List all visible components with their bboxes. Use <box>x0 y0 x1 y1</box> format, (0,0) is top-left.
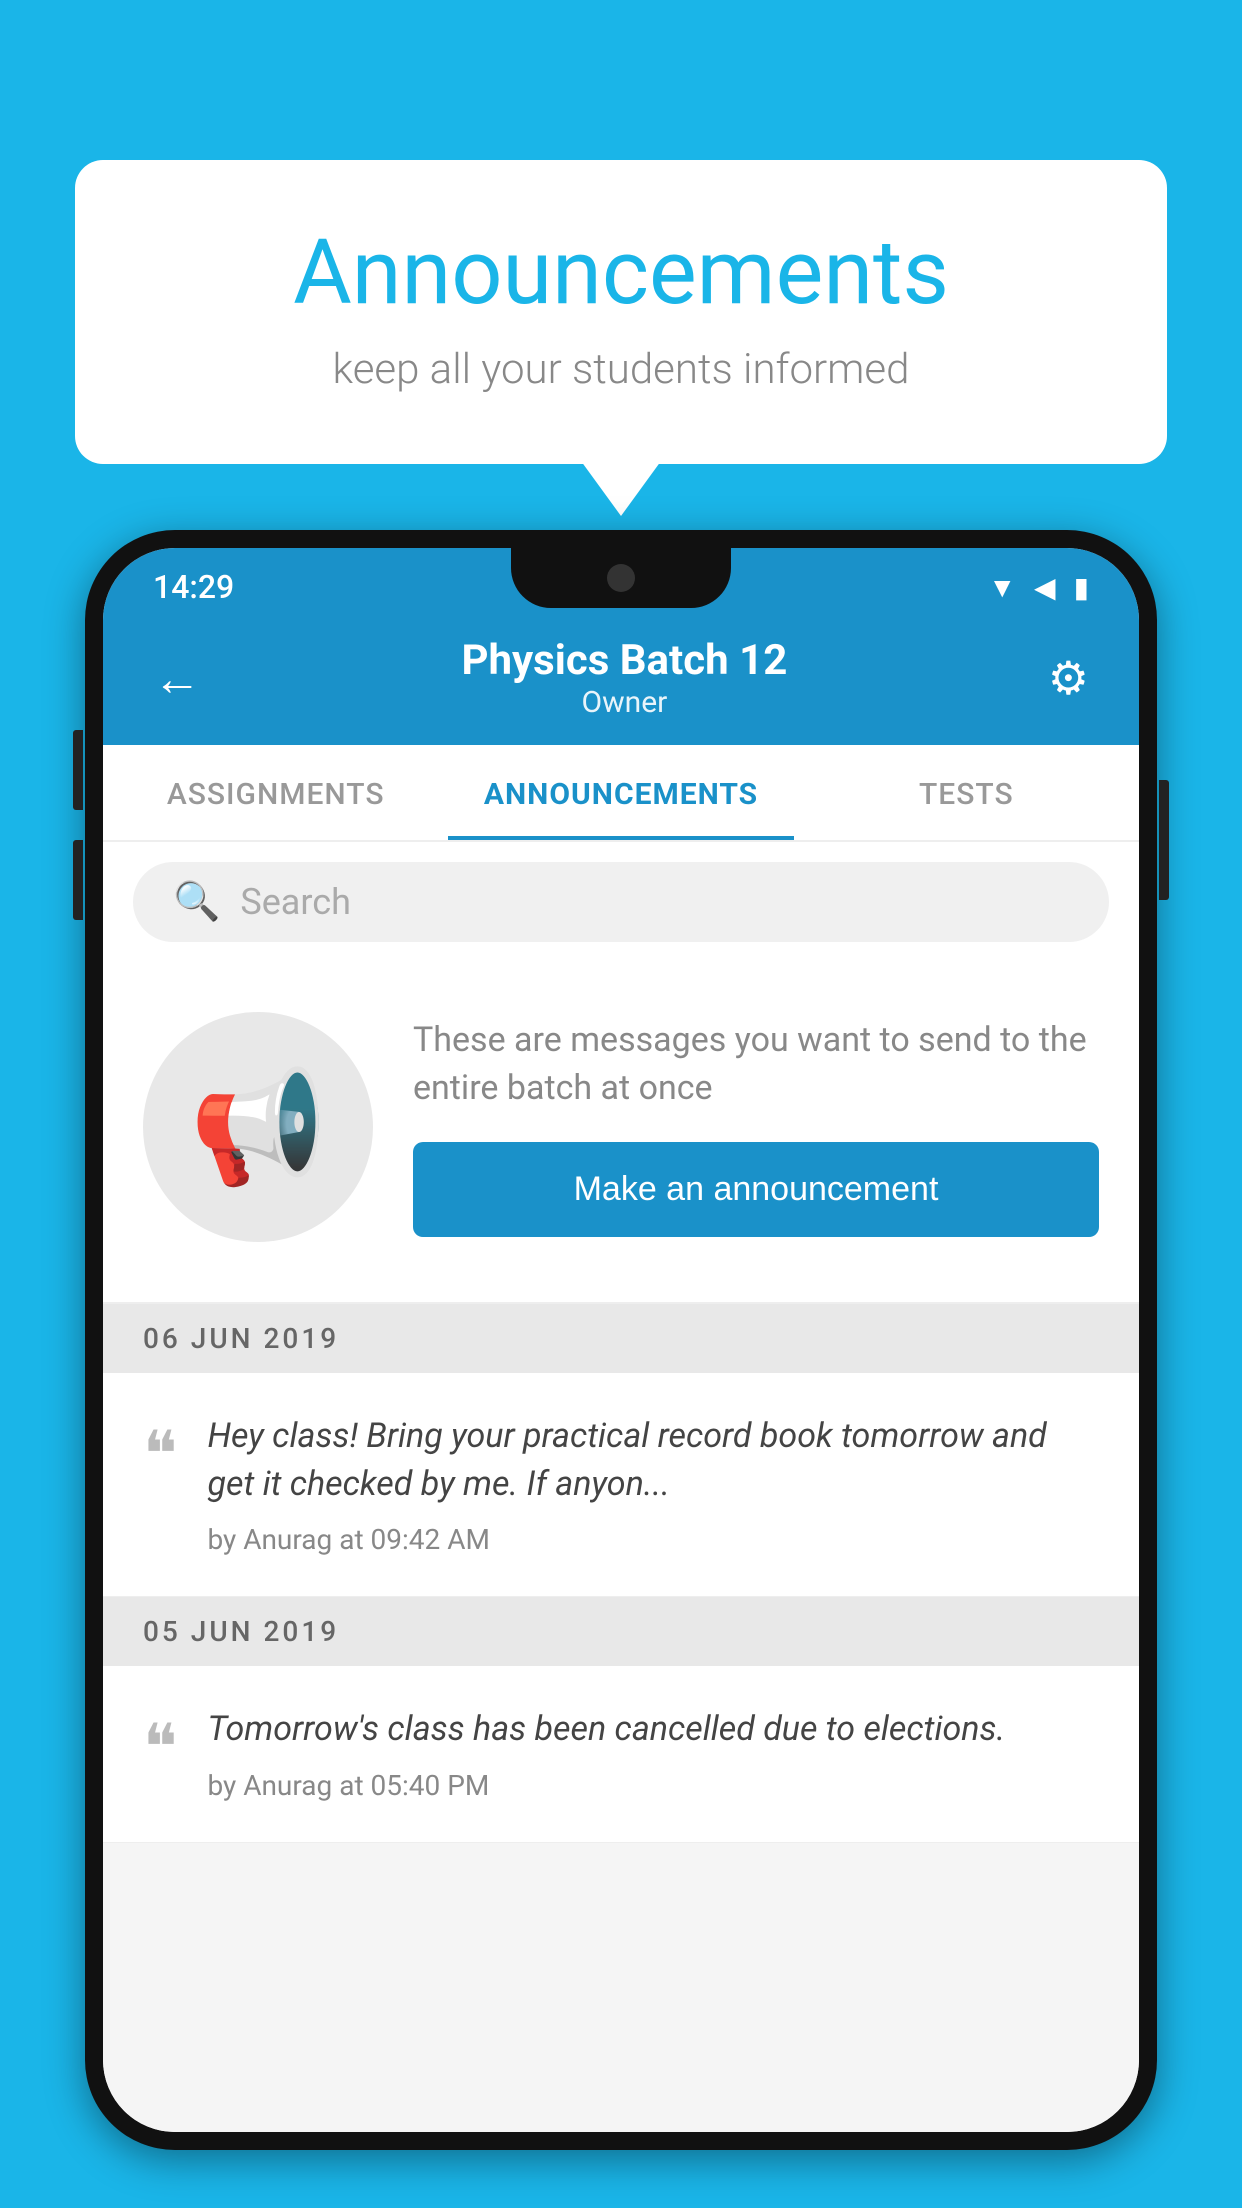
back-button[interactable]: ← <box>153 650 201 707</box>
announcement-content-2: Tomorrow's class has been cancelled due … <box>207 1706 1099 1802</box>
phone-outer: 14:29 ▼ ◀ ▮ ← Physics Batch 12 Owner ⚙ <box>85 530 1157 2150</box>
role-label: Owner <box>461 685 787 720</box>
quote-icon-1: ❝ <box>143 1413 177 1487</box>
speech-bubble-section: Announcements keep all your students inf… <box>75 160 1167 464</box>
megaphone-icon: 📢 <box>190 1063 327 1192</box>
phone-screen: 14:29 ▼ ◀ ▮ ← Physics Batch 12 Owner ⚙ <box>103 548 1139 2132</box>
bubble-subtitle: keep all your students informed <box>155 345 1087 394</box>
status-icons: ▼ ◀ ▮ <box>988 571 1089 604</box>
tabs-bar: ASSIGNMENTS ANNOUNCEMENTS TESTS <box>103 745 1139 842</box>
announcement-meta-1: by Anurag at 09:42 AM <box>207 1523 1099 1556</box>
tab-tests[interactable]: TESTS <box>794 745 1139 840</box>
announcement-content-1: Hey class! Bring your practical record b… <box>207 1413 1099 1556</box>
phone-mockup: 14:29 ▼ ◀ ▮ ← Physics Batch 12 Owner ⚙ <box>85 530 1157 2208</box>
search-container: 🔍 Search <box>103 842 1139 962</box>
volume-up-button <box>73 730 83 810</box>
search-icon: 🔍 <box>173 880 220 924</box>
promo-section: 📢 These are messages you want to send to… <box>103 962 1139 1304</box>
app-header: ← Physics Batch 12 Owner ⚙ <box>103 616 1139 745</box>
status-time: 14:29 <box>153 568 234 606</box>
promo-description: These are messages you want to send to t… <box>413 1017 1099 1112</box>
tab-announcements[interactable]: ANNOUNCEMENTS <box>448 745 793 840</box>
tab-assignments[interactable]: ASSIGNMENTS <box>103 745 448 840</box>
announcement-text-2: Tomorrow's class has been cancelled due … <box>207 1706 1099 1754</box>
promo-icon-circle: 📢 <box>143 1012 373 1242</box>
battery-icon: ▮ <box>1074 571 1089 604</box>
front-camera <box>607 564 635 592</box>
search-bar[interactable]: 🔍 Search <box>133 862 1109 942</box>
wifi-icon: ▼ <box>988 571 1016 604</box>
date-separator-2: 05 JUN 2019 <box>103 1597 1139 1666</box>
announcement-item-2: ❝ Tomorrow's class has been cancelled du… <box>103 1666 1139 1843</box>
power-button <box>1159 780 1169 900</box>
bubble-title: Announcements <box>155 220 1087 325</box>
search-placeholder: Search <box>240 881 351 923</box>
speech-bubble: Announcements keep all your students inf… <box>75 160 1167 464</box>
settings-icon[interactable]: ⚙ <box>1048 651 1089 706</box>
batch-title: Physics Batch 12 <box>461 636 787 685</box>
content-area: 🔍 Search 📢 These are messages you want t… <box>103 842 1139 2132</box>
quote-icon-2: ❝ <box>143 1706 177 1780</box>
make-announcement-button[interactable]: Make an announcement <box>413 1142 1099 1237</box>
announcement-text-1: Hey class! Bring your practical record b… <box>207 1413 1099 1508</box>
header-title-group: Physics Batch 12 Owner <box>461 636 787 720</box>
promo-content: These are messages you want to send to t… <box>413 1017 1099 1237</box>
signal-icon: ◀ <box>1034 571 1056 604</box>
date-separator-1: 06 JUN 2019 <box>103 1304 1139 1373</box>
announcement-meta-2: by Anurag at 05:40 PM <box>207 1769 1099 1802</box>
announcement-item-1: ❝ Hey class! Bring your practical record… <box>103 1373 1139 1597</box>
phone-notch <box>511 548 731 608</box>
volume-down-button <box>73 840 83 920</box>
